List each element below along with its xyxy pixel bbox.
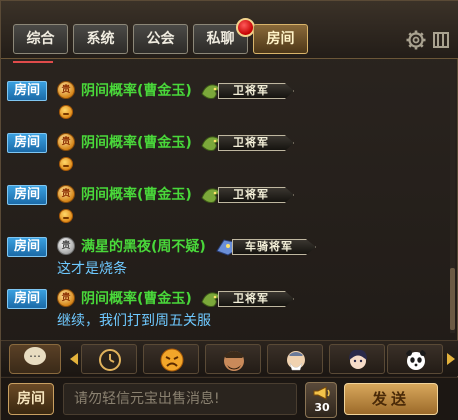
message-text: 继续，我们打到周五关服	[57, 313, 211, 329]
emoji-sad-face[interactable]	[143, 344, 199, 374]
tab-general[interactable]: 综合	[13, 24, 68, 54]
smiley-emote-icon	[59, 105, 73, 119]
rank-title-badge: 卫将军	[200, 132, 296, 154]
channel-badge[interactable]: 房间	[7, 185, 47, 205]
tab-system[interactable]: 系统	[73, 24, 128, 54]
clipped-previous-line: ▂▂▂▂	[13, 61, 53, 63]
emoji-old-sage[interactable]	[267, 344, 323, 374]
emoji-clock[interactable]	[81, 344, 137, 374]
scroll-thumb[interactable]	[450, 268, 455, 330]
channel-badge[interactable]: 房间	[7, 133, 47, 153]
vip-gold-icon: 贵	[57, 185, 75, 203]
sender-name[interactable]: 满星的黑夜(周不疑)	[81, 237, 206, 257]
warrior-face-icon	[224, 351, 244, 371]
emoji-strip	[1, 340, 458, 376]
emoji-warrior[interactable]	[205, 344, 261, 374]
sad-face-icon	[160, 348, 184, 372]
rank-title: 卫将军	[218, 291, 294, 307]
message-scrollbar[interactable]	[450, 63, 455, 333]
tab-room[interactable]: 房间	[253, 24, 308, 54]
sender-name[interactable]: 阴间概率(曹金玉)	[81, 289, 192, 309]
channel-badge[interactable]: 房间	[7, 289, 47, 309]
rank-title-badge: 卫将军	[200, 288, 296, 310]
sender-name[interactable]: 阴间概率(曹金玉)	[81, 185, 192, 205]
sender-name[interactable]: 阴间概率(曹金玉)	[81, 81, 192, 101]
maiden-face-icon	[349, 349, 367, 369]
tab-guild[interactable]: 公会	[133, 24, 188, 54]
rank-title-badge: 卫将军	[200, 184, 296, 206]
chat-window: 综合 系统 公会 私聊 房间 ▂▂▂▂ 房间 贵 阴间概率(曹金玉)	[0, 0, 458, 420]
channel-select-button[interactable]: 房间	[8, 383, 54, 415]
scroll-left-arrow-icon[interactable]	[70, 353, 78, 365]
send-button[interactable]: 发送	[344, 383, 438, 415]
horn-broadcast-button[interactable]: 30	[305, 382, 337, 418]
vip-gold-icon: 贵	[57, 133, 75, 151]
vip-gold-icon: 贵	[57, 289, 75, 307]
channel-tab-bar: 综合 系统 公会 私聊 房间	[1, 1, 458, 59]
vip-silver-icon: 贵	[57, 237, 75, 255]
panda-face-icon	[406, 350, 426, 370]
clock-icon	[99, 349, 121, 371]
sender-name[interactable]: 阴间概率(曹金玉)	[81, 133, 192, 153]
horn-icon	[313, 386, 330, 400]
rank-title: 卫将军	[218, 187, 294, 203]
smiley-emote-icon	[59, 157, 73, 171]
gear-icon[interactable]	[406, 30, 426, 50]
chat-bubble-icon[interactable]	[9, 344, 61, 374]
channel-badge[interactable]: 房间	[7, 81, 47, 101]
emoji-maiden[interactable]	[329, 344, 385, 374]
rank-title: 卫将军	[218, 83, 294, 99]
panel-layout-icon[interactable]	[433, 32, 449, 48]
scroll-right-arrow-icon[interactable]	[447, 353, 455, 365]
emoji-panda[interactable]	[387, 344, 443, 374]
chat-message-input[interactable]	[63, 383, 297, 415]
message-text: 这才是烧条	[57, 261, 127, 277]
horn-count: 30	[314, 401, 330, 414]
rank-title: 卫将军	[218, 135, 294, 151]
channel-badge[interactable]: 房间	[7, 237, 47, 257]
smiley-emote-icon	[59, 209, 73, 223]
rank-title: 车骑将军	[232, 239, 316, 255]
old-sage-face-icon	[287, 351, 305, 371]
rank-title-badge: 卫将军	[200, 80, 296, 102]
vip-gold-icon: 贵	[57, 81, 75, 99]
rank-title-badge: 车骑将军	[214, 236, 318, 258]
message-list: ▂▂▂▂ 房间 贵 阴间概率(曹金玉) 卫将军 房间 贵 阴间概率(曹金玉)	[7, 61, 445, 336]
chat-input-bar: 房间 30 发送	[1, 377, 458, 420]
